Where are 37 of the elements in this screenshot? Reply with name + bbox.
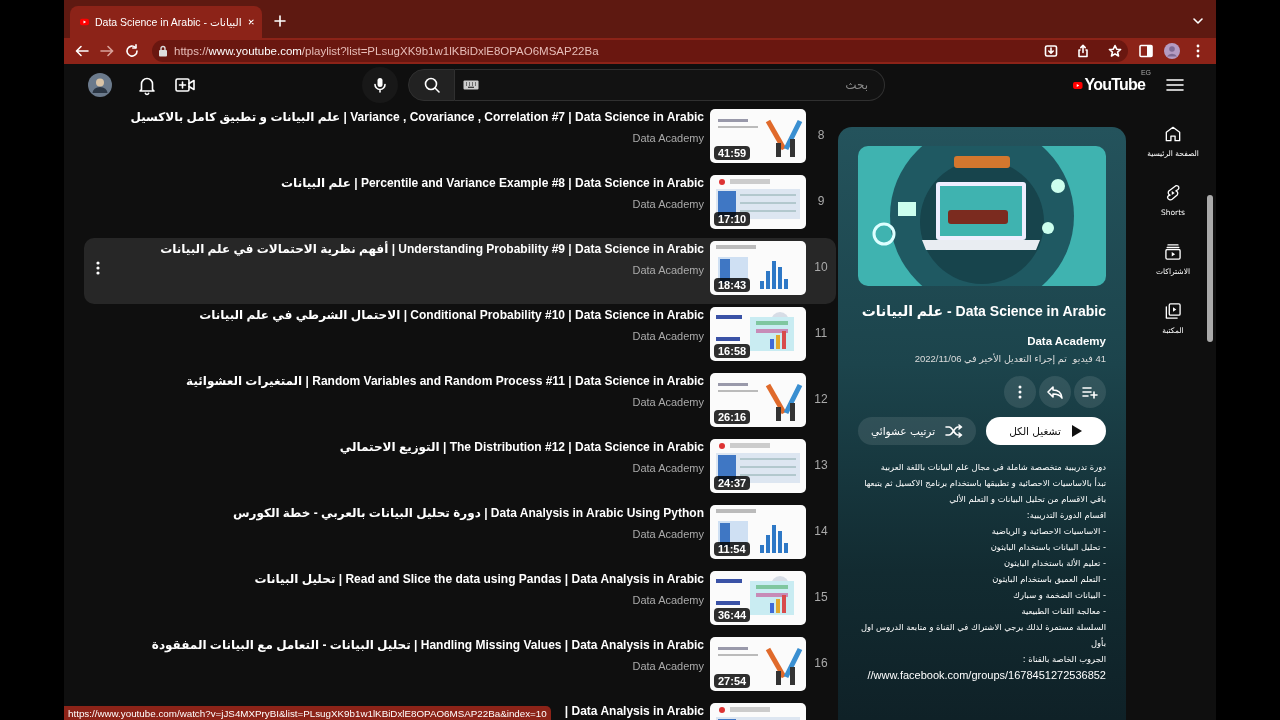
- video-index: 12: [814, 392, 828, 406]
- description-line: تبدأ بالاساسيات الاحصائية و تطبيقها باستخدام برنامج الاكسيل ثم يتبعها: [863, 476, 1106, 490]
- url-text: https://www.youtube.com/playlist?list=PLsugXK9b1w1lKBiDxlE8OPAO6MSAP22Ba: [174, 45, 599, 57]
- video-index: 9: [817, 194, 825, 208]
- duration-badge: 24:37: [714, 476, 751, 490]
- video-index: 16: [814, 656, 828, 670]
- duration-badge: 26:16: [714, 410, 751, 424]
- duration-badge: 11:54: [714, 542, 750, 556]
- duration-badge: 41:59: [714, 146, 751, 160]
- playlist-title: Data Science in Arabic - علم البيانات: [860, 303, 1106, 319]
- duration-badge: 27:54: [714, 674, 751, 688]
- description-line: اقسام الدورة التدريبية:: [1025, 509, 1106, 522]
- duration-badge: 17:10: [714, 212, 751, 226]
- video-index: 11: [814, 326, 828, 340]
- video-index: 8: [817, 128, 825, 142]
- description-line: دورة تدريبية متخصصة شاملة في مجال علم البيانات باللغة العربية: [879, 461, 1106, 474]
- link-url-tooltip: https://www.youtube.com/watch?v=jJS4MXPryBI&list=PLsugXK9b1w1lKBiDxlE8OPAO6MSAP22Ba&index=10: [64, 706, 551, 720]
- description-line: - التعلم العميق باستخدام البايثون: [991, 573, 1106, 586]
- video-index: 10: [814, 260, 828, 274]
- duration-badge: 18:43: [714, 278, 751, 292]
- tab-title: Data Science in Arabic - البيانات: [94, 16, 242, 28]
- video-index: 15: [814, 590, 828, 604]
- description-line: - البيانات الضخمة و سبارك: [1012, 589, 1106, 602]
- last-updated: تم إجراء التعديل الأخير في 2022/11/06: [914, 353, 1067, 364]
- description-line: - الاساسيات الاحصائية و الرياضية: [990, 525, 1106, 538]
- description-line: الجروب الخاصة بالقناة :: [1021, 653, 1106, 666]
- description-line: - معالجة اللغات الطبيعية: [1020, 605, 1106, 618]
- video-count: 41 فيديو: [1072, 353, 1106, 364]
- description-line: باقي الاقسام من تحليل البيانات و التعلم الألي: [948, 493, 1106, 506]
- video-index: 14: [814, 524, 828, 538]
- duration-badge: 36:44: [714, 608, 751, 622]
- description-line: السلسلة مستمرة لذلك يرجي الاشتراك في القناة و متابعة الدروس اول: [859, 621, 1106, 634]
- description-line: - تحليل البيانات باستخدام البايثون: [989, 541, 1106, 554]
- duration-badge: 16:58: [714, 344, 751, 358]
- description-line: بأول: [1090, 636, 1106, 650]
- video-index: 13: [814, 458, 828, 472]
- description-line: - تعليم الألة باستخدام البايثون: [1002, 557, 1106, 570]
